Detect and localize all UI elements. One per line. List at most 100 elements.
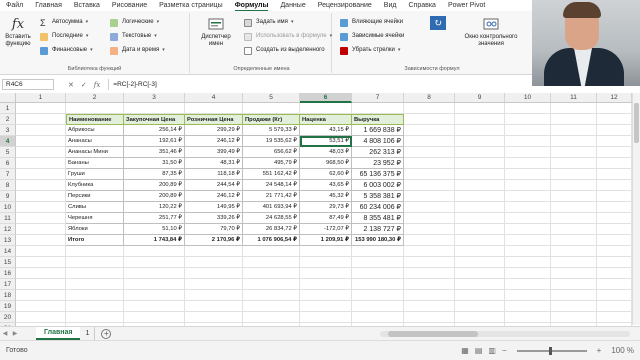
grid-cell[interactable] [124,246,185,257]
grid-cell[interactable] [352,290,404,301]
grid-cell[interactable] [404,246,455,257]
grid-cell[interactable] [243,246,300,257]
grid-cell[interactable] [597,290,632,301]
grid-cell[interactable] [597,103,632,114]
menu-item-1[interactable]: Главная [29,0,68,11]
column-header[interactable]: 12 [597,93,632,103]
zoom-level[interactable]: 100 % [611,346,634,355]
grid-cell[interactable] [505,191,551,202]
table-cell[interactable]: 256,14 ₽ [124,125,185,136]
grid-cell[interactable] [455,125,505,136]
remove-arrows-button[interactable]: Убрать стрелки ▾ [340,46,400,55]
menu-item-7[interactable]: Рецензирование [312,0,378,11]
grid-cell[interactable] [597,202,632,213]
grid-cell[interactable] [551,235,597,246]
table-cell[interactable]: -172,07 ₽ [300,224,352,235]
fx-icon[interactable]: fx [94,81,101,89]
grid-cell[interactable] [16,290,66,301]
grid-cell[interactable] [243,290,300,301]
grid-cell[interactable] [455,301,505,312]
add-sheet-icon[interactable]: + [101,328,112,339]
grid-cell[interactable] [551,312,597,323]
column-header[interactable]: 11 [551,93,597,103]
grid-cell[interactable] [404,169,455,180]
grid-cell[interactable] [505,290,551,301]
table-cell[interactable]: 87,35 ₽ [124,169,185,180]
table-cell[interactable]: 1 209,91 ₽ [300,235,352,246]
column-header[interactable]: 5 [243,93,300,103]
grid-cell[interactable] [404,114,455,125]
grid-cell[interactable] [551,246,597,257]
row-header[interactable]: 19 [0,301,16,312]
table-cell[interactable]: Розничная Цена [185,114,243,125]
grid-cell[interactable] [66,279,124,290]
grid-cell[interactable] [551,191,597,202]
table-cell[interactable]: 120,22 ₽ [124,202,185,213]
grid-cell[interactable] [404,180,455,191]
grid-cell[interactable] [185,103,243,114]
grid-cell[interactable] [551,290,597,301]
grid-cell[interactable] [300,312,352,323]
table-cell[interactable]: Выручка [352,114,404,125]
table-cell[interactable]: 495,79 ₽ [243,158,300,169]
grid-cell[interactable] [16,246,66,257]
grid-cell[interactable] [300,301,352,312]
create-from-selection-button[interactable]: Создать из выделенного [244,46,325,55]
grid-cell[interactable] [505,169,551,180]
table-cell[interactable]: 51,10 ₽ [124,224,185,235]
table-cell[interactable]: Продажи (Кг) [243,114,300,125]
grid-cell[interactable] [455,147,505,158]
grid-cell[interactable] [404,158,455,169]
watch-window-button[interactable]: Окно контрольного значения [460,16,522,48]
grid-cell[interactable] [300,246,352,257]
grid-cell[interactable] [352,103,404,114]
row-header[interactable]: 5 [0,147,16,158]
name-box[interactable]: R4C6 [2,79,54,90]
grid-cell[interactable] [551,169,597,180]
row-header[interactable]: 1 [0,103,16,114]
vertical-scrollbar[interactable] [632,93,640,325]
trace-precedents-button[interactable]: Влияющие ячейки [340,18,403,27]
table-cell[interactable]: 48,03 ₽ [300,147,352,158]
grid-cell[interactable] [597,268,632,279]
table-cell[interactable]: 8 355 481 ₽ [352,213,404,224]
table-cell[interactable]: 149,95 ₽ [185,202,243,213]
grid-cell[interactable] [16,180,66,191]
grid-cell[interactable] [66,246,124,257]
grid-cell[interactable] [505,213,551,224]
evaluate-formula-button[interactable]: ↻ [428,16,448,32]
grid-cell[interactable] [505,147,551,158]
table-cell[interactable]: 2 170,96 ₽ [185,235,243,246]
table-cell[interactable]: 251,77 ₽ [124,213,185,224]
row-header[interactable]: 14 [0,246,16,257]
grid-cell[interactable] [352,257,404,268]
page-break-icon[interactable]: ▥ [488,346,496,355]
grid-cell[interactable] [597,158,632,169]
menu-item-5[interactable]: Формулы [229,0,275,12]
grid-cell[interactable] [404,279,455,290]
column-header[interactable]: 4 [185,93,243,103]
product-name-cell[interactable]: Яблоки [66,224,124,235]
product-name-cell[interactable]: Сливы [66,202,124,213]
table-cell[interactable]: 192,61 ₽ [124,136,185,147]
grid-cell[interactable] [505,279,551,290]
grid-cell[interactable] [16,235,66,246]
product-name-cell[interactable]: Клубника [66,180,124,191]
grid-cell[interactable] [185,301,243,312]
grid-cell[interactable] [551,147,597,158]
row-header[interactable]: 13 [0,235,16,246]
grid-cell[interactable] [404,301,455,312]
row-header[interactable]: 17 [0,279,16,290]
grid-cell[interactable] [404,312,455,323]
grid-cell[interactable] [66,312,124,323]
grid-cell[interactable] [16,268,66,279]
menu-item-10[interactable]: Power Pivot [442,0,491,11]
grid-cell[interactable] [300,279,352,290]
row-header[interactable]: 10 [0,202,16,213]
grid-cell[interactable] [124,301,185,312]
row-header[interactable]: 9 [0,191,16,202]
table-cell[interactable]: 246,12 ₽ [185,191,243,202]
grid-cell[interactable] [124,268,185,279]
product-name-cell[interactable]: Ананасы Мини [66,147,124,158]
row-header[interactable]: 6 [0,158,16,169]
